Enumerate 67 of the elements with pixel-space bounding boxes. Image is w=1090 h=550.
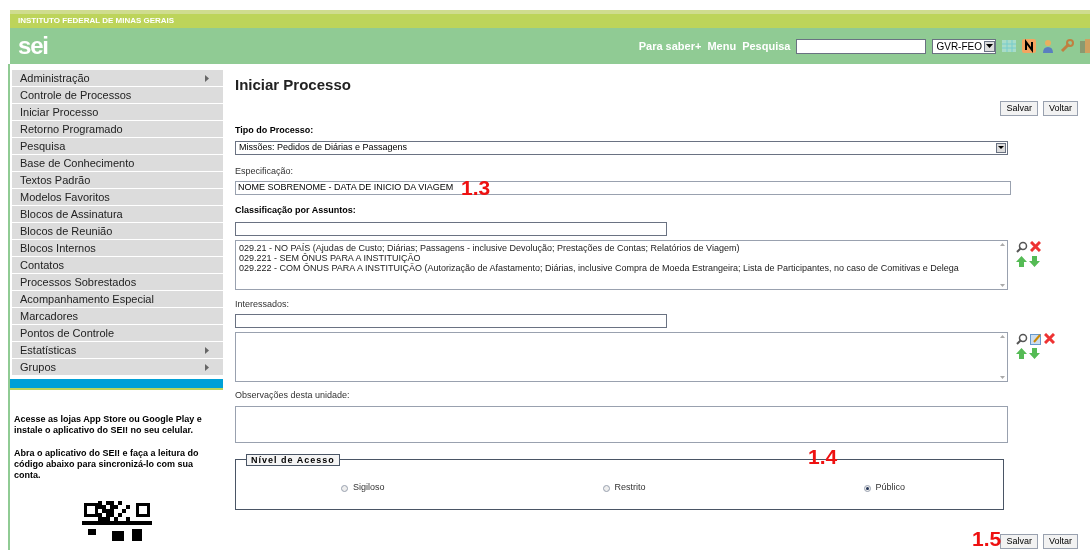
submenu-arrow-icon [205, 363, 209, 371]
field-label: Tipo do Processo: [235, 124, 315, 137]
scroll-up-icon[interactable] [999, 242, 1005, 246]
action-button[interactable]: Voltar [1043, 101, 1078, 116]
field-label: Observações desta unidade: [235, 389, 351, 402]
access-radio-option[interactable]: Restrito [602, 481, 646, 495]
search-icon[interactable] [1016, 240, 1028, 253]
scroll-down-icon[interactable] [999, 376, 1005, 379]
sidebar-item[interactable]: Pesquisa [12, 138, 223, 155]
subject-search-field[interactable] [235, 221, 667, 236]
access-radio-option[interactable]: Público [863, 481, 906, 495]
action-button[interactable]: Salvar [1000, 101, 1038, 116]
interested-list[interactable] [235, 332, 1008, 382]
specification-field[interactable]: NOME SOBRENOME - DATA DE INICIO DA VIAGEM 1.3 [235, 181, 1011, 195]
close-icon[interactable] [1030, 240, 1041, 252]
access-radio-option[interactable]: Sigiloso [341, 481, 385, 495]
up-arrow-icon[interactable] [1016, 348, 1027, 359]
scroll-down-icon[interactable] [999, 283, 1005, 287]
submenu-arrow-icon [205, 346, 209, 354]
n-icon[interactable] [1022, 39, 1036, 53]
sidebar-item[interactable]: Processos Sobrestados [12, 274, 223, 291]
sidebar-item[interactable]: Estatísticas [12, 342, 223, 359]
subject-item[interactable]: 029.21 - NO PAÍS (Ajudas de Custo; Diárias; Passagens - inclusive Devolução; Prestações de Contas; Relatórios de Viagem) [239, 242, 997, 253]
field-label: Classificação por Assuntos: [235, 204, 357, 217]
sidebar-item[interactable]: Grupos [12, 359, 223, 376]
sidebar-item[interactable]: Acompanhamento Especial [12, 291, 223, 308]
sidebar-item[interactable]: Controle de Processos [12, 87, 223, 104]
institution-name: INSTITUTO FEDERAL DE MINAS GERAIS [18, 15, 175, 27]
scroll-up-icon[interactable] [999, 335, 1005, 338]
down-arrow-icon[interactable] [1029, 348, 1040, 359]
search-field[interactable] [796, 38, 927, 54]
field-label: Especificação: [235, 164, 295, 178]
group-title: Nível de Acesso [246, 453, 340, 466]
sidebar-item[interactable]: Textos Padrão [12, 172, 223, 189]
sidebar-item[interactable]: Blocos de Assinatura [12, 206, 223, 223]
sidebar-item[interactable]: Blocos de Reunião [12, 223, 223, 240]
sidebar-item[interactable]: Retorno Programado [12, 121, 223, 138]
edit-icon[interactable] [1030, 333, 1042, 345]
app-note: Acesse as lojas App Store ou Google Play e instale o aplicativo do SEI! no seu celular. [14, 414, 203, 436]
process-type-select[interactable]: Missões: Pedidos de Diárias e Passagens [235, 140, 1008, 155]
wrench-icon[interactable] [1060, 39, 1074, 53]
page-title: Iniciar Processo [235, 75, 351, 95]
action-button[interactable]: Salvar [1000, 533, 1038, 549]
submenu-arrow-icon [205, 74, 209, 82]
observations-field[interactable] [235, 405, 1008, 443]
door-icon[interactable] [1080, 39, 1090, 53]
sidebar-item[interactable]: Marcadores [12, 308, 223, 325]
search-icon[interactable] [1016, 333, 1028, 345]
interested-search-field[interactable] [235, 314, 667, 328]
sidebar-item[interactable]: Iniciar Processo [12, 104, 223, 121]
subject-item[interactable]: 029.222 - COM ÔNUS PARA A INSTITUIÇÃO (Autorização de Afastamento; Diárias, inclusive Compra de Moeda Estrangeira; Lista de Participantes, no caso de Comitivas e Delega [239, 262, 997, 273]
field-label: Interessados: [235, 297, 291, 311]
step-annotation: 1.5 [972, 528, 1002, 549]
subject-item[interactable]: 029.221 - SEM ÔNUS PARA A INSTITUIÇÃO [239, 252, 997, 263]
unit-select[interactable]: GVR-FEO [932, 38, 996, 54]
app-note: Abra o aplicativo do SEI! e faça a leitura do código abaixo para sincronizá-lo com sua conta. [14, 448, 200, 481]
qr-code-drawing [81, 501, 152, 541]
user-icon[interactable] [1042, 39, 1054, 53]
sidebar-item[interactable]: Base de Conhecimento [12, 155, 223, 172]
close-icon[interactable] [1044, 333, 1055, 344]
sidebar-item[interactable]: Administração [12, 70, 223, 87]
sidebar-item[interactable]: Modelos Favoritos [12, 189, 223, 206]
action-button[interactable]: Voltar [1043, 533, 1078, 549]
subject-list[interactable] [235, 239, 1008, 290]
sidebar-item[interactable]: Contatos [12, 257, 223, 274]
sidebar-item[interactable]: Pontos de Controle [12, 325, 223, 342]
sidebar-item[interactable]: Blocos Internos [12, 240, 223, 257]
